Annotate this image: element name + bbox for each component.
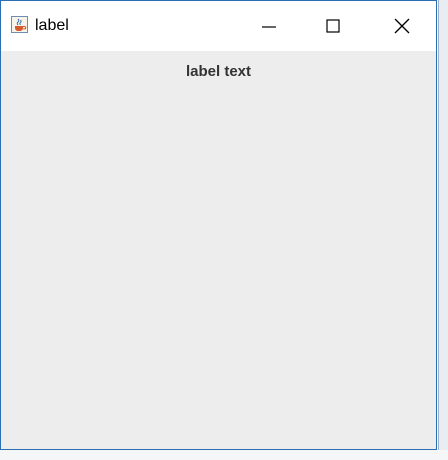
background-bottom-edge xyxy=(0,450,448,460)
label-text: label text xyxy=(185,63,252,80)
minimize-icon xyxy=(262,26,276,28)
background-window-edge xyxy=(438,0,448,460)
title-bar[interactable]: label xyxy=(1,1,436,51)
java-cup-icon[interactable] xyxy=(11,16,28,33)
content-pane: label text xyxy=(1,51,436,449)
close-button[interactable] xyxy=(379,1,425,51)
maximize-icon xyxy=(326,19,340,33)
minimize-button[interactable] xyxy=(246,1,292,51)
maximize-button[interactable] xyxy=(310,1,356,51)
close-icon xyxy=(394,18,410,34)
window-title: label xyxy=(35,17,69,34)
app-window: label label text xyxy=(0,0,437,450)
